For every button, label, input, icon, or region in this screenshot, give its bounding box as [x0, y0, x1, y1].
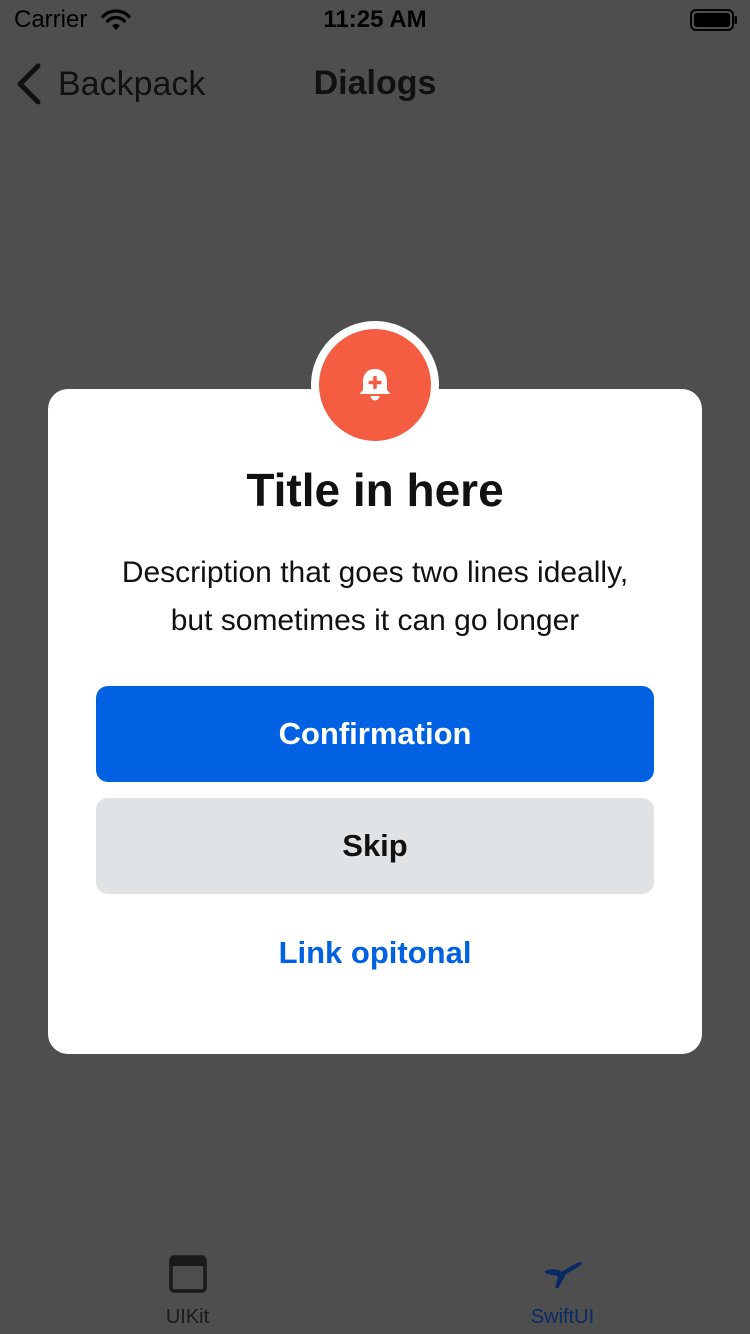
tab-uikit[interactable]: UIKit — [0, 1236, 375, 1334]
dialog-description: Description that goes two lines ideally,… — [88, 549, 662, 645]
swift-icon — [544, 1261, 582, 1289]
optional-link[interactable]: Link opitonal — [48, 935, 702, 971]
dialog-description-line-1: Description that goes two lines ideally, — [121, 556, 629, 589]
bell-plus-icon — [359, 369, 391, 401]
navigation-bar: Backpack Dialogs — [0, 40, 750, 128]
tab-swiftui[interactable]: SwiftUI — [375, 1236, 750, 1334]
page-title: Dialogs — [313, 64, 437, 102]
tab-uikit-label: UIKit — [165, 1306, 210, 1328]
confirmation-button[interactable]: Confirmation — [96, 686, 654, 782]
tab-bar: UIKit SwiftUI — [0, 1236, 750, 1334]
dialog-badge — [319, 329, 431, 441]
status-time: 11:25 AM — [323, 6, 427, 33]
screen: Carrier 11:25 AM Backpack Dialogs Title … — [0, 0, 750, 1334]
dialog-title: Title in here — [246, 464, 504, 516]
tab-swiftui-label: SwiftUI — [530, 1306, 595, 1328]
dialog: Title in here Description that goes two … — [48, 389, 702, 1054]
battery-icon — [690, 9, 737, 31]
status-bar: Carrier 11:25 AM — [0, 0, 750, 40]
skip-button[interactable]: Skip — [96, 798, 654, 894]
window-icon — [168, 1255, 207, 1293]
dialog-description-line-2: but sometimes it can go longer — [170, 604, 580, 637]
